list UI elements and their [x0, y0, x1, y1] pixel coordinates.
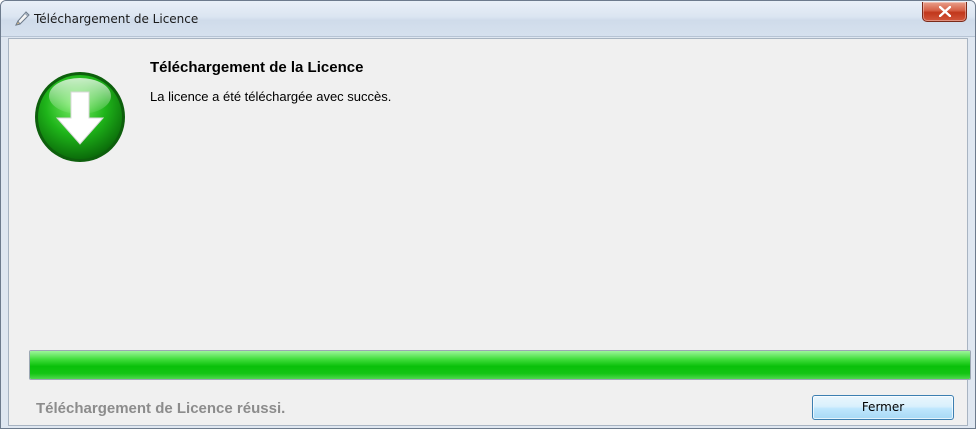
status-text: Téléchargement de Licence réussi.: [36, 400, 286, 417]
dialog-body: Téléchargement de la Licence La licence …: [8, 38, 971, 426]
progress-bar: [29, 350, 971, 380]
download-success-icon: [33, 70, 127, 164]
dialog-heading: Téléchargement de la Licence: [150, 59, 364, 76]
dialog-message: La licence a été téléchargée avec succès…: [150, 89, 392, 104]
window-title: Téléchargement de Licence: [34, 12, 199, 26]
pencil-icon: [13, 10, 31, 28]
license-download-dialog: Téléchargement de Licence Téléchargement…: [0, 0, 976, 429]
close-button[interactable]: Fermer: [812, 395, 954, 420]
progress-fill: [30, 351, 970, 379]
close-icon[interactable]: [922, 2, 967, 22]
title-bar[interactable]: Téléchargement de Licence: [1, 1, 975, 37]
